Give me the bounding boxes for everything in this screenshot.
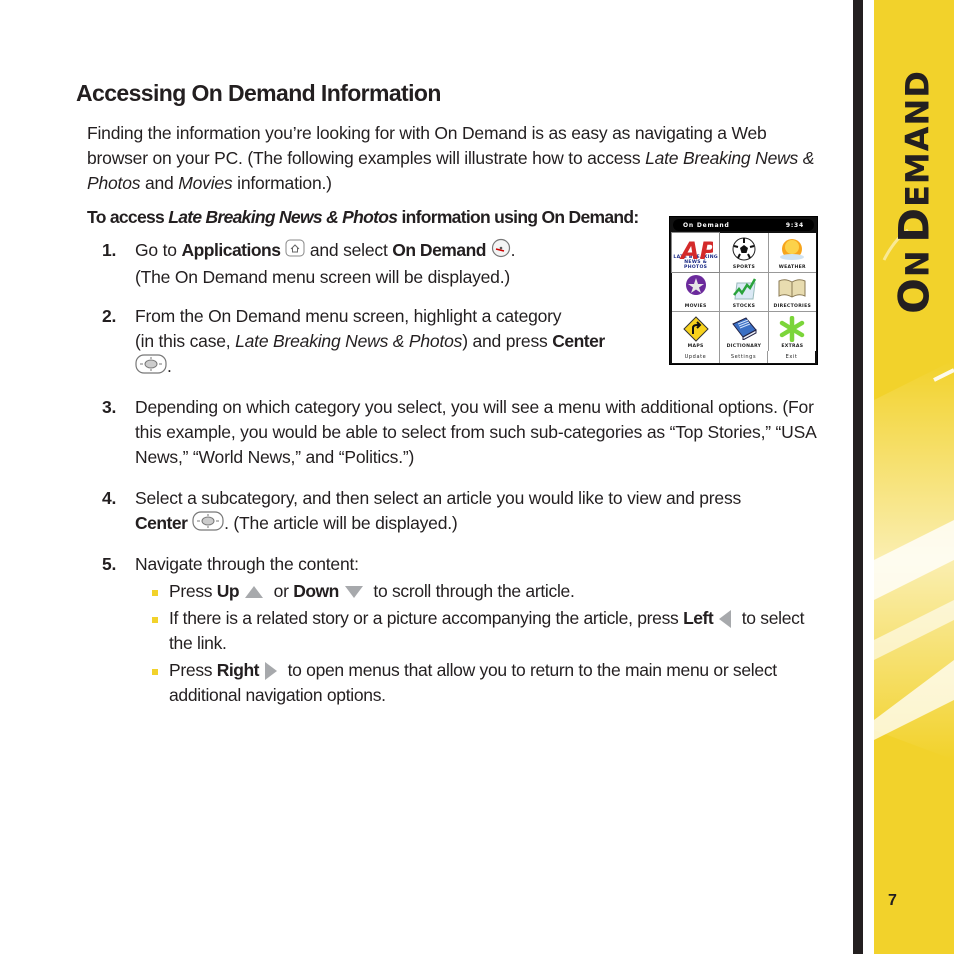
step-text: . (The article will be displayed.) [224, 513, 458, 534]
step-text: . [167, 356, 172, 377]
softkey-update: Update [672, 351, 719, 363]
intro-text: and [140, 173, 179, 193]
navigation-bullet-list: Press Up or Down to scroll through the a… [152, 579, 827, 708]
bullet-text: to scroll through the article. [368, 581, 575, 601]
stock-chart-icon [731, 277, 757, 305]
tile-directories: DIRECTORIES [768, 272, 816, 312]
bullet-marker [152, 669, 158, 675]
tile-label: DICTIONARY [726, 344, 762, 349]
step-text: Go to [135, 240, 182, 261]
procedure-subheading: To access Late Breaking News & Photos in… [87, 207, 639, 228]
bullet-marker [152, 617, 158, 623]
asterisk-icon [779, 316, 805, 346]
category-grid: AP LATE BREAKING NEWS & PHOTOS SPORTS WE… [672, 233, 816, 351]
tile-label: SPORTS [732, 264, 756, 270]
step-number: 2. [102, 306, 117, 326]
tile-extras: EXTRAS [768, 312, 816, 351]
step-text: Select a subcategory, and then select an… [135, 488, 742, 508]
step-number: 3. [102, 397, 117, 417]
tile-weather: WEATHER [768, 233, 816, 272]
svg-text:AP: AP [679, 237, 713, 261]
phone-status-bar: On Demand 9:34 [673, 219, 814, 231]
bullet-text: Press [169, 660, 217, 680]
right-key-label: Right [216, 660, 260, 680]
down-key-label: Down [293, 581, 339, 601]
bullet-marker [152, 590, 158, 596]
subhead-text: To access [87, 207, 169, 227]
tile-label: DIRECTORIES [773, 304, 812, 310]
tile-late-breaking-news: AP LATE BREAKING NEWS & PHOTOS [672, 233, 720, 272]
road-sign-icon [682, 316, 709, 346]
step-text: and select [309, 240, 393, 261]
tile-sports: SPORTS [720, 233, 768, 272]
center-key-icon [192, 511, 224, 538]
left-arrow-icon [719, 610, 732, 629]
phone-clock: 9:34 [785, 221, 804, 229]
tab-title-text: EMAND [898, 70, 937, 207]
up-key-label: Up [216, 581, 240, 601]
center-key-icon [135, 354, 167, 381]
bullet-text: to open menus that allow you to return t… [169, 660, 777, 705]
subhead-text: information using On Demand: [397, 207, 639, 227]
step-text: (in this case, [135, 331, 236, 351]
tile-stocks: STOCKS [720, 272, 768, 312]
step-text: From the On Demand menu screen, highligh… [135, 306, 562, 326]
ap-logo-icon: AP [679, 237, 718, 265]
softkey-settings: Settings [720, 351, 767, 363]
tab-edge-bar [853, 0, 863, 954]
page-title: Accessing On Demand Information [76, 80, 441, 106]
bullet-item: If there is a related story or a picture… [152, 606, 827, 656]
tile-label: WEATHER [778, 264, 806, 270]
star-icon [684, 274, 708, 301]
right-arrow-icon [265, 662, 278, 681]
intro-text: information.) [232, 173, 332, 193]
bullet-item: Press Right to open menus that allow you… [152, 658, 827, 708]
tile-label: STOCKS [732, 304, 756, 310]
step-text: ) and press [462, 331, 553, 351]
tile-movies: MOVIES [672, 272, 720, 312]
tab-title-letter: D [889, 206, 939, 243]
home-key-icon [285, 239, 305, 264]
soccer-ball-icon [732, 237, 756, 265]
tile-label: MOVIES [684, 304, 707, 310]
down-arrow-icon [344, 586, 363, 599]
page-number: 7 [888, 892, 897, 909]
phone-softkey-bar: Update Settings Exit [672, 351, 815, 363]
sun-icon [779, 237, 805, 265]
step-number: 4. [102, 488, 117, 508]
intro-italic-movies: Movies [178, 173, 233, 193]
step-italic: Late Breaking News & Photos [235, 331, 463, 351]
center-key-label: Center [552, 331, 605, 351]
intro-paragraph: Finding the information you’re looking f… [87, 121, 817, 196]
on-demand-label: On Demand [392, 240, 486, 261]
phone-screen-title: On Demand [683, 221, 730, 229]
step-text: . [510, 240, 516, 261]
dictionary-icon [730, 316, 758, 344]
tab-gap [863, 0, 874, 954]
tile-dictionary: DICTIONARY [720, 312, 768, 351]
bullet-text: or [269, 581, 294, 601]
book-open-icon [777, 277, 807, 303]
softkey-exit: Exit [768, 351, 815, 363]
up-arrow-icon [245, 586, 264, 599]
subhead-italic: Late Breaking News & Photos [168, 207, 398, 227]
section-tab-title: ON DEMAND [890, 70, 939, 314]
bullet-text: If there is a related story or a picture… [169, 608, 684, 628]
tab-title-text: N [898, 249, 937, 278]
step-text: (The On Demand menu screen will be displ… [135, 267, 511, 287]
on-demand-menu-screenshot: On Demand 9:34 AP LATE BREAKING NEWS & P… [669, 216, 818, 365]
left-key-label: Left [683, 608, 714, 628]
center-key-label: Center [135, 513, 188, 534]
tile-maps: MAPS [672, 312, 720, 351]
bullet-item: Press Up or Down to scroll through the a… [152, 579, 827, 604]
step-number: 1. [102, 240, 117, 260]
bullet-text: Press [169, 581, 217, 601]
step-text: Depending on which category you select, … [135, 397, 816, 467]
tab-title-letter: O [889, 277, 939, 314]
applications-key-label: Applications [181, 240, 281, 261]
step-number: 5. [102, 554, 117, 574]
step-text: Navigate through the content: [135, 554, 359, 574]
on-demand-gauge-icon [491, 238, 511, 265]
